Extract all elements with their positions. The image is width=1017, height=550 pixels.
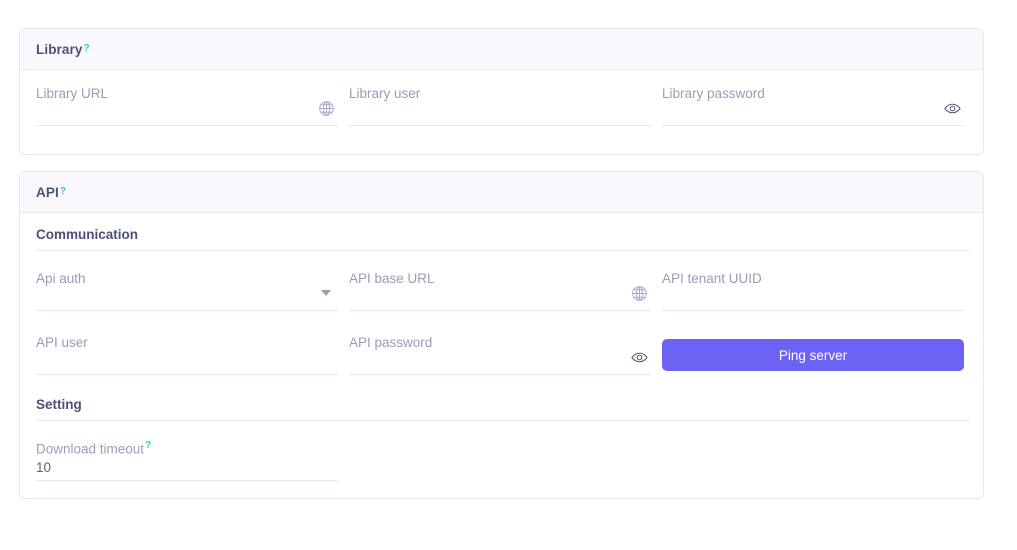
library-card-body: Library URL Library user Library passwor… bbox=[20, 70, 983, 134]
chevron-down-icon[interactable] bbox=[316, 283, 336, 303]
help-icon[interactable]: ? bbox=[145, 440, 151, 451]
setting-section: Setting Download timeout? 10 bbox=[36, 383, 970, 489]
communication-row-1: Api auth API base URL API tenant UUID bbox=[36, 255, 967, 319]
api-card-body: Communication Api auth API base URL API … bbox=[20, 213, 983, 489]
library-password-field[interactable]: Library password bbox=[662, 70, 975, 134]
api-base-url-field[interactable]: API base URL bbox=[349, 255, 662, 319]
communication-divider bbox=[36, 250, 970, 251]
api-user-underline bbox=[36, 374, 338, 375]
library-url-label: Library URL bbox=[36, 86, 109, 101]
api-tenant-uuid-underline bbox=[662, 310, 964, 311]
api-auth-field[interactable]: Api auth bbox=[36, 255, 349, 319]
library-card-header: Library? bbox=[20, 29, 983, 70]
library-card-title: Library bbox=[36, 41, 83, 57]
library-card: Library? Library URL Library user Librar… bbox=[19, 28, 984, 155]
api-user-label: API user bbox=[36, 335, 88, 350]
api-tenant-uuid-field[interactable]: API tenant UUID bbox=[662, 255, 975, 319]
api-card-title: API bbox=[36, 184, 59, 200]
eye-icon[interactable] bbox=[629, 347, 649, 367]
library-user-underline bbox=[349, 125, 651, 126]
communication-heading: Communication bbox=[36, 227, 139, 242]
ping-server-button[interactable]: Ping server bbox=[662, 339, 964, 371]
setting-row: Download timeout? 10 bbox=[36, 425, 967, 489]
help-icon[interactable]: ? bbox=[60, 187, 66, 197]
library-password-underline bbox=[662, 125, 964, 126]
ping-server-cell: Ping server bbox=[662, 319, 975, 383]
download-timeout-field[interactable]: Download timeout? 10 bbox=[36, 425, 349, 489]
api-base-url-underline bbox=[349, 310, 651, 311]
api-password-underline bbox=[349, 374, 651, 375]
download-timeout-underline bbox=[36, 480, 338, 481]
library-user-field[interactable]: Library user bbox=[349, 70, 662, 134]
api-card-header: API? bbox=[20, 172, 983, 213]
globe-icon[interactable] bbox=[316, 98, 336, 118]
library-url-field[interactable]: Library URL bbox=[36, 70, 349, 134]
api-card: API? Communication Api auth API base URL… bbox=[19, 171, 984, 499]
download-timeout-value: 10 bbox=[36, 460, 52, 475]
library-url-underline bbox=[36, 125, 338, 126]
help-icon[interactable]: ? bbox=[83, 44, 89, 54]
api-auth-label: Api auth bbox=[36, 271, 86, 286]
settings-page: Library? Library URL Library user Librar… bbox=[0, 0, 1017, 550]
eye-icon[interactable] bbox=[942, 98, 962, 118]
api-password-field[interactable]: API password bbox=[349, 319, 662, 383]
library-user-label: Library user bbox=[349, 86, 421, 101]
library-password-label: Library password bbox=[662, 86, 765, 101]
setting-heading: Setting bbox=[36, 397, 82, 412]
api-auth-underline bbox=[36, 310, 338, 311]
setting-divider bbox=[36, 420, 970, 421]
download-timeout-label: Download timeout? bbox=[36, 441, 151, 457]
library-fields-row: Library URL Library user Library passwor… bbox=[36, 70, 967, 134]
communication-section: Communication Api auth API base URL API … bbox=[36, 213, 970, 383]
api-user-field[interactable]: API user bbox=[36, 319, 349, 383]
globe-icon[interactable] bbox=[629, 283, 649, 303]
api-base-url-label: API base URL bbox=[349, 271, 435, 286]
api-tenant-uuid-label: API tenant UUID bbox=[662, 271, 762, 286]
download-timeout-label-text: Download timeout bbox=[36, 441, 145, 457]
api-password-label: API password bbox=[349, 335, 433, 350]
communication-row-2: API user API password Ping server bbox=[36, 319, 967, 383]
